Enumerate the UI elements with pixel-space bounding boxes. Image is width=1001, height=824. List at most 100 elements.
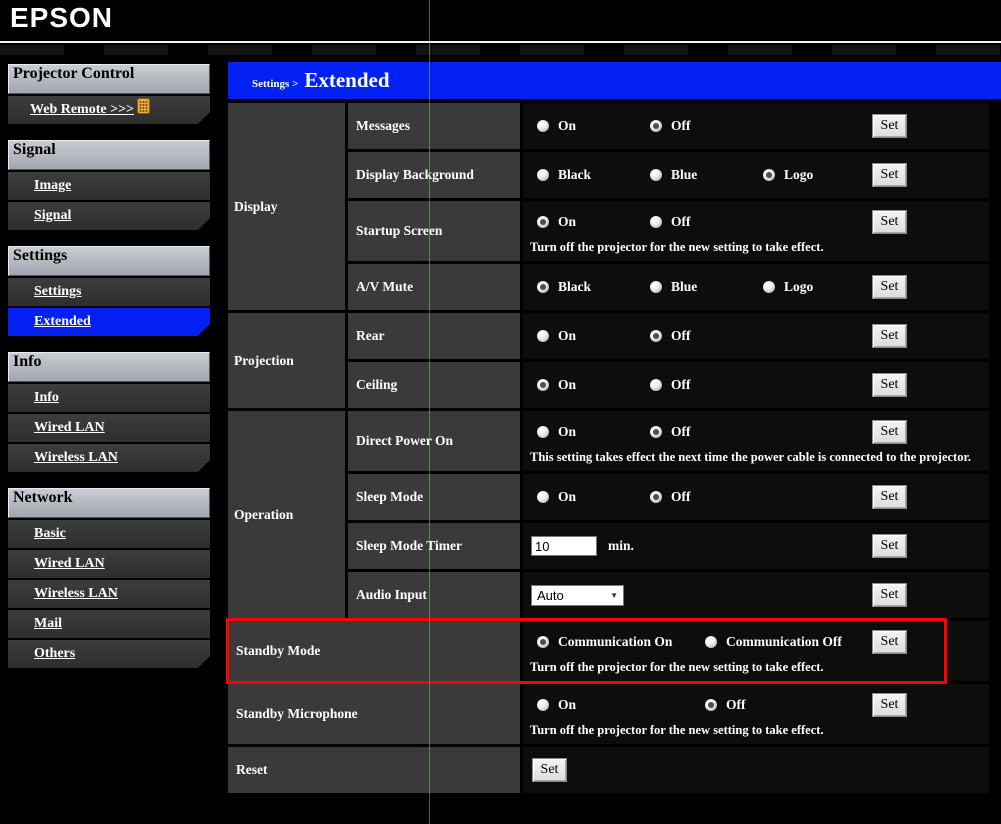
- radio-option-display-background-blue[interactable]: Blue: [650, 167, 763, 183]
- radio-option-a-v-mute-blue[interactable]: Blue: [650, 279, 763, 295]
- radio-option-messages-on[interactable]: On: [537, 118, 650, 134]
- radio-option-ceiling-on[interactable]: On: [537, 377, 650, 393]
- radio-unselected-icon[interactable]: [650, 379, 662, 391]
- breadcrumb: Settings > Extended: [252, 68, 390, 93]
- radio-option-messages-off[interactable]: Off: [650, 118, 763, 134]
- set-button-standby-microphone[interactable]: Set: [872, 693, 907, 717]
- sidebar-item-wireless-lan[interactable]: Wireless LAN: [8, 444, 210, 472]
- radio-option-label: Black: [558, 167, 591, 183]
- main-header: Settings > Extended: [228, 62, 1001, 99]
- radio-option-startup-screen-off[interactable]: Off: [650, 214, 763, 230]
- radio-selected-icon[interactable]: [705, 699, 717, 711]
- radio-option-direct-power-on-off[interactable]: Off: [650, 424, 763, 440]
- radio-option-sleep-mode-on[interactable]: On: [537, 489, 650, 505]
- sidebar-item-mail[interactable]: Mail: [8, 610, 210, 638]
- radio-unselected-icon[interactable]: [537, 699, 549, 711]
- radio-selected-icon[interactable]: [537, 379, 549, 391]
- set-button-sleep-mode[interactable]: Set: [872, 485, 907, 509]
- radio-option-display-background-black[interactable]: Black: [537, 167, 650, 183]
- set-button-startup-screen[interactable]: Set: [872, 210, 907, 234]
- set-button-rear[interactable]: Set: [872, 324, 907, 348]
- set-button-reset[interactable]: Set: [532, 758, 567, 782]
- radio-option-standby-microphone-off[interactable]: Off: [705, 697, 873, 713]
- sidebar-item-extended[interactable]: Extended: [8, 308, 210, 336]
- setting-label-sleep-mode: Sleep Mode: [348, 474, 520, 520]
- radio-unselected-icon[interactable]: [537, 120, 549, 132]
- radio-unselected-icon[interactable]: [650, 169, 662, 181]
- select-value: Auto: [537, 588, 564, 603]
- sidebar-item-settings[interactable]: Settings: [8, 278, 210, 306]
- sidebar-item-wireless-lan[interactable]: Wireless LAN: [8, 580, 210, 608]
- radio-unselected-icon[interactable]: [650, 281, 662, 293]
- radio-selected-icon[interactable]: [650, 120, 662, 132]
- sidebar-item-label: Extended: [34, 314, 91, 330]
- setting-controls-sleep-mode-timer: min.Set: [523, 523, 989, 569]
- set-button-audio-input[interactable]: Set: [872, 583, 907, 607]
- audio-input-select[interactable]: Auto▼: [531, 585, 624, 606]
- radio-option-startup-screen-on[interactable]: On: [537, 214, 650, 230]
- sidebar-item-wired-lan[interactable]: Wired LAN: [8, 414, 210, 442]
- setting-label-display-background: Display Background: [348, 152, 520, 198]
- note-text: This setting takes effect the next time …: [523, 450, 989, 465]
- sidebar-group-signal: SignalImageSignal: [8, 140, 210, 230]
- sidebar-item-label: Info: [34, 390, 59, 406]
- radio-option-direct-power-on-on[interactable]: On: [537, 424, 650, 440]
- setting-label-audio-input: Audio Input: [348, 572, 520, 618]
- radio-unselected-icon[interactable]: [537, 426, 549, 438]
- radio-option-standby-mode-communication-off[interactable]: Communication Off: [705, 634, 873, 650]
- sleep-mode-timer-input[interactable]: [531, 536, 597, 556]
- radio-option-a-v-mute-logo[interactable]: Logo: [763, 279, 876, 295]
- set-button-messages[interactable]: Set: [872, 114, 907, 138]
- radio-option-label: Off: [671, 377, 691, 393]
- sidebar-group-settings: SettingsSettingsExtended: [8, 246, 210, 336]
- radio-option-label: Off: [671, 424, 691, 440]
- set-button-display-background[interactable]: Set: [872, 163, 907, 187]
- setting-label-standby-microphone: Standby Microphone: [228, 684, 520, 744]
- radio-option-display-background-logo[interactable]: Logo: [763, 167, 876, 183]
- sidebar-item-wired-lan[interactable]: Wired LAN: [8, 550, 210, 578]
- radio-unselected-icon[interactable]: [763, 281, 775, 293]
- sidebar-item-info[interactable]: Info: [8, 384, 210, 412]
- radio-option-ceiling-off[interactable]: Off: [650, 377, 763, 393]
- setting-label-startup-screen: Startup Screen: [348, 201, 520, 261]
- radio-selected-icon[interactable]: [537, 281, 549, 293]
- radio-unselected-icon[interactable]: [537, 330, 549, 342]
- sidebar-item-basic[interactable]: Basic: [8, 520, 210, 548]
- radio-option-rear-on[interactable]: On: [537, 328, 650, 344]
- radio-selected-icon[interactable]: [763, 169, 775, 181]
- row-sleep-mode: Sleep Mode On Off Set: [348, 474, 989, 520]
- radio-selected-icon[interactable]: [537, 636, 549, 648]
- radio-option-standby-mode-communication-on[interactable]: Communication On: [537, 634, 705, 650]
- sidebar-section-title-signal: Signal: [8, 140, 210, 170]
- set-button-a-v-mute[interactable]: Set: [872, 275, 907, 299]
- group-label-operation: Operation: [228, 411, 345, 618]
- radio-option-label: Off: [671, 328, 691, 344]
- radio-unselected-icon[interactable]: [705, 636, 717, 648]
- page-title: Extended: [304, 68, 389, 93]
- row-display-background: Display Background Black BlueLogoSet: [348, 152, 989, 198]
- set-button-sleep-mode-timer[interactable]: Set: [872, 534, 907, 558]
- radio-unselected-icon[interactable]: [537, 491, 549, 503]
- radio-selected-icon[interactable]: [537, 216, 549, 228]
- radio-unselected-icon[interactable]: [537, 169, 549, 181]
- sidebar-item-web-remote[interactable]: Web Remote >>>: [8, 96, 210, 124]
- radio-option-rear-off[interactable]: Off: [650, 328, 763, 344]
- radio-unselected-icon[interactable]: [650, 216, 662, 228]
- set-button-ceiling[interactable]: Set: [872, 373, 907, 397]
- sidebar-item-signal[interactable]: Signal: [8, 202, 210, 230]
- sidebar-item-image[interactable]: Image: [8, 172, 210, 200]
- radio-option-sleep-mode-off[interactable]: Off: [650, 489, 763, 505]
- radio-selected-icon[interactable]: [650, 330, 662, 342]
- radio-option-label: On: [558, 489, 576, 505]
- radio-option-a-v-mute-black[interactable]: Black: [537, 279, 650, 295]
- radio-option-standby-microphone-on[interactable]: On: [537, 697, 705, 713]
- set-button-standby-mode[interactable]: Set: [872, 630, 907, 654]
- radio-option-label: Blue: [671, 279, 697, 295]
- note-text: Turn off the projector for the new setti…: [523, 240, 989, 255]
- sidebar-item-label: Web Remote >>>: [30, 102, 134, 118]
- sidebar-item-others[interactable]: Others: [8, 640, 210, 668]
- setting-label-sleep-mode-timer: Sleep Mode Timer: [348, 523, 520, 569]
- radio-selected-icon[interactable]: [650, 491, 662, 503]
- set-button-direct-power-on[interactable]: Set: [872, 420, 907, 444]
- radio-selected-icon[interactable]: [650, 426, 662, 438]
